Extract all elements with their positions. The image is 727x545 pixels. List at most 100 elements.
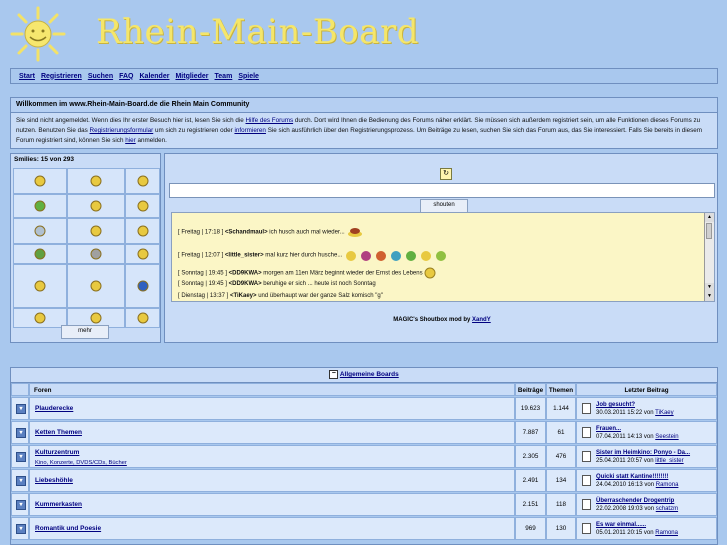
- welcome-panel: Willkommen im www.Rhein-Main-Board.de di…: [10, 97, 718, 149]
- forum-posts: 2.491: [515, 469, 546, 492]
- smiley-icon: [34, 312, 46, 324]
- last-post-title[interactable]: Es war einmal......: [596, 522, 646, 528]
- smiley-cell[interactable]: [13, 168, 67, 194]
- smiley-icon: [137, 248, 148, 260]
- forum-last-post-cell: Job gesucht? 30.03.2011 15:22 von TiKaey: [576, 397, 717, 420]
- forum-last-post-cell: Frauen... 07.04.2011 14:13 von Seestein: [576, 421, 717, 444]
- forum-name-cell: Kummerkasten: [29, 493, 515, 516]
- nav-start[interactable]: Start: [19, 73, 35, 80]
- smiley-cell[interactable]: [125, 264, 160, 308]
- nav-team[interactable]: Team: [215, 73, 233, 80]
- last-post-info: Quicki statt Kantine!!!!!!!! 24.04.2010 …: [596, 473, 678, 489]
- forum-topics: 1.144: [546, 397, 576, 420]
- smiley-icon: [34, 200, 46, 212]
- forum-name-link[interactable]: Kummerkasten: [35, 501, 82, 508]
- col-beitraege-header: Beiträge: [515, 383, 546, 396]
- forum-name-link[interactable]: Ketten Themen: [35, 429, 82, 436]
- forum-row: ▾ Romantik und Poesie 969 130 Es war ein…: [11, 517, 717, 540]
- shout-entry: [ Freitag | 17:18 ] <Schandmaul> ich hus…: [178, 227, 364, 237]
- shout-time: [ Sonntag | 19:45 ]: [178, 281, 227, 287]
- smiley-icon: [137, 280, 148, 292]
- forum-row: ▾ Liebeshöhle 2.491 134 Quicki statt Kan…: [11, 469, 717, 492]
- scroll-up-icon[interactable]: ▲: [705, 213, 714, 222]
- smiley-cell[interactable]: [67, 218, 125, 244]
- forum-folder-icon: ▾: [16, 428, 26, 438]
- nav-suchen[interactable]: Suchen: [88, 73, 113, 80]
- nav-registrieren[interactable]: Registrieren: [41, 73, 82, 80]
- smiley-cell[interactable]: [13, 264, 67, 308]
- last-post-user[interactable]: Ramona: [656, 482, 679, 488]
- credit-link[interactable]: XandY: [472, 317, 491, 323]
- smiley-cell[interactable]: [125, 218, 160, 244]
- scroll-end-icon[interactable]: ▼: [705, 292, 714, 301]
- help-link[interactable]: Hilfe des Forums: [246, 117, 294, 124]
- collapse-icon[interactable]: −: [329, 369, 339, 379]
- shoutbox-panel: ↻ shouten [ Freitag | 17:18 ] <Schandmau…: [164, 153, 718, 343]
- shout-entry: [ Sonntag | 19:45 ] <DD9KWA> morgen am 1…: [178, 267, 436, 279]
- registration-form-link[interactable]: Registrierungsformular: [90, 127, 154, 134]
- forum-subforums[interactable]: Kino, Konzerte, DVDS/CDs, Bücher: [35, 460, 127, 466]
- forum-name-link[interactable]: Liebeshöhle: [35, 477, 73, 484]
- last-post-title[interactable]: Job gesucht?: [596, 402, 635, 408]
- boards-category-header[interactable]: − Allgemeine Boards: [11, 368, 717, 383]
- forum-name-link[interactable]: Plauderecke: [35, 405, 73, 412]
- scroll-down-icon[interactable]: ▼: [705, 283, 714, 292]
- smiley-cell[interactable]: [67, 194, 125, 218]
- last-post-user[interactable]: TiKaey: [655, 410, 673, 416]
- smiley-cell[interactable]: [13, 308, 67, 328]
- refresh-icon[interactable]: ↻: [440, 168, 452, 180]
- forum-name-cell: Ketten Themen: [29, 421, 515, 444]
- nav-kalender[interactable]: Kalender: [140, 73, 170, 80]
- nav-mitglieder[interactable]: Mitglieder: [175, 73, 208, 80]
- last-post-title[interactable]: Frauen...: [596, 426, 621, 432]
- smiley-icon: [34, 225, 46, 237]
- smiley-cell[interactable]: [13, 218, 67, 244]
- smiley-cell[interactable]: [67, 264, 125, 308]
- forum-posts: 19.623: [515, 397, 546, 420]
- welcome-text-part: Sie sind nicht angemeldet. Wenn dies Ihr…: [16, 117, 244, 124]
- smiley-icon: [34, 280, 46, 292]
- login-here-link[interactable]: hier: [125, 137, 136, 144]
- smiley-icon: [90, 175, 102, 187]
- forum-posts: 969: [515, 517, 546, 540]
- document-icon: [582, 427, 591, 438]
- last-post-date: 05.01.2011 20:15 von: [596, 530, 654, 536]
- shout-button[interactable]: shouten: [420, 199, 468, 213]
- shout-input[interactable]: [169, 183, 715, 198]
- forum-folder-icon: ▾: [16, 500, 26, 510]
- scroll-thumb[interactable]: [706, 223, 712, 239]
- site-logo-text[interactable]: Rhein-Main-Board: [96, 12, 419, 52]
- forum-folder-icon: ▾: [16, 404, 26, 414]
- last-post-title[interactable]: Überraschender Drogentrip: [596, 498, 674, 504]
- smiley-cell[interactable]: [125, 194, 160, 218]
- smiley-icon: [34, 248, 46, 260]
- smiley-cell[interactable]: [13, 244, 67, 264]
- last-post-user[interactable]: schatzm: [656, 506, 678, 512]
- last-post-info: Job gesucht? 30.03.2011 15:22 von TiKaey: [596, 401, 674, 417]
- last-post-title[interactable]: Sister im Heimkino: Ponyo - Da...: [596, 450, 690, 456]
- more-smilies-button[interactable]: mehr: [61, 325, 109, 339]
- last-post-user[interactable]: little_sister: [655, 458, 683, 464]
- forum-posts: 2.305: [515, 445, 546, 468]
- smiley-cell[interactable]: [67, 168, 125, 194]
- forum-name-link[interactable]: Kulturzentrum: [35, 449, 79, 456]
- smiley-cell[interactable]: [125, 308, 160, 328]
- nav-faq[interactable]: FAQ: [119, 73, 133, 80]
- last-post-title[interactable]: Quicki statt Kantine!!!!!!!!: [596, 474, 668, 480]
- last-post-user[interactable]: Seestein: [655, 434, 678, 440]
- boards-category-title[interactable]: Allgemeine Boards: [340, 371, 399, 378]
- forum-name-link[interactable]: Romantik und Poesie: [35, 525, 101, 532]
- welcome-text-part: um sich zu registrieren oder: [154, 127, 233, 134]
- smiley-cell[interactable]: [67, 244, 125, 264]
- forum-icon-cell: ▾: [11, 421, 29, 444]
- smiley-cell[interactable]: [125, 168, 160, 194]
- smiley-cell[interactable]: [13, 194, 67, 218]
- shout-user: <Schandmaul>: [224, 229, 268, 236]
- shoutbox-credit: MAGIC's Shoutbox mod by XandY: [165, 317, 719, 323]
- forum-name-cell: Kulturzentrum Kino, Konzerte, DVDS/CDs, …: [29, 445, 515, 468]
- inform-link[interactable]: informieren: [234, 127, 266, 134]
- shout-scrollbar[interactable]: ▲ ▼ ▼: [704, 213, 714, 301]
- smiley-cell[interactable]: [125, 244, 160, 264]
- nav-spiele[interactable]: Spiele: [238, 73, 259, 80]
- last-post-user[interactable]: Ramona: [655, 530, 678, 536]
